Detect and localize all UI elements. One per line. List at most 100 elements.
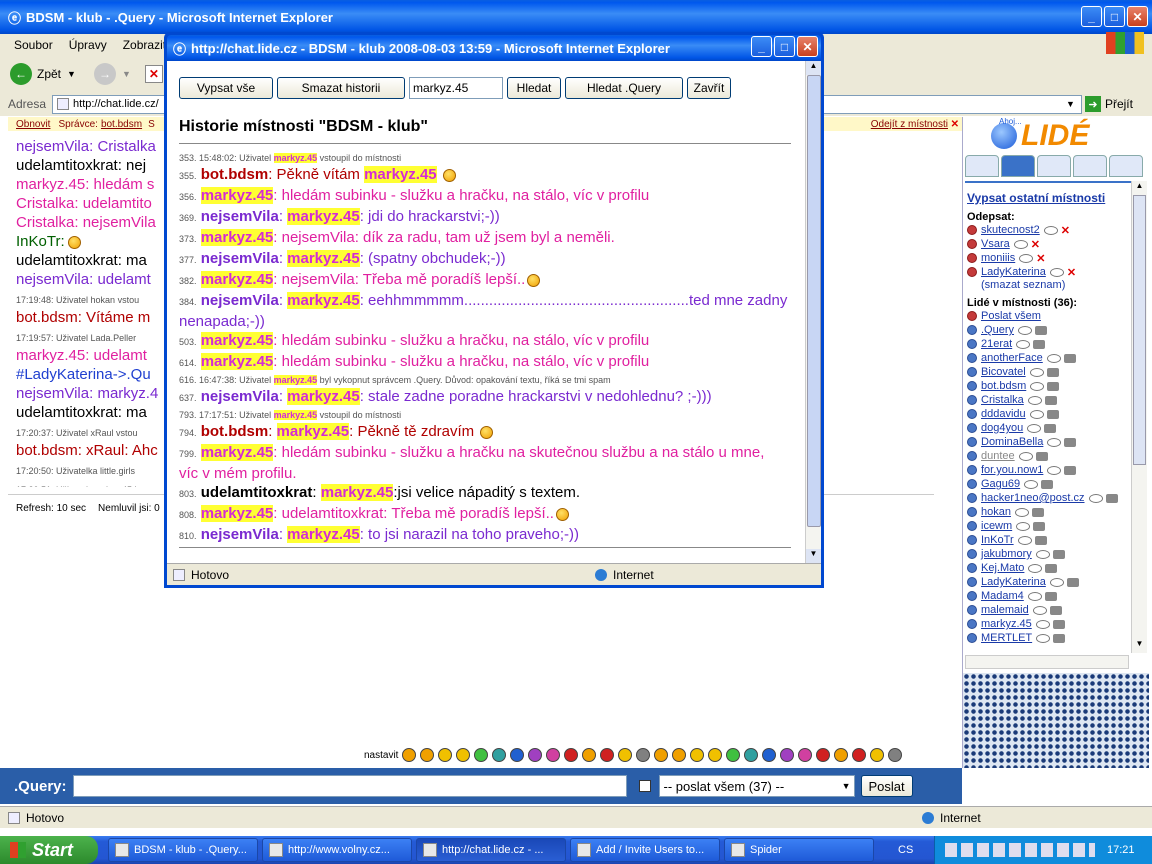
history-nick[interactable]: markyz.45 xyxy=(200,229,274,246)
address-dropdown-icon[interactable]: ▼ xyxy=(1066,99,1075,109)
camera-icon[interactable] xyxy=(1033,521,1046,531)
send-all-row[interactable]: Poslat všem xyxy=(967,309,1131,323)
remove-icon[interactable]: ✕ xyxy=(1036,252,1045,265)
tab-chat-icon[interactable] xyxy=(1109,155,1143,177)
close-history-button[interactable]: Zavřít xyxy=(687,77,731,99)
camera-icon[interactable] xyxy=(1049,605,1062,615)
recipient-select[interactable]: -- poslat všem (37) -- ▼ xyxy=(658,775,855,797)
camera-icon[interactable] xyxy=(1052,619,1065,629)
go-label[interactable]: Přejít xyxy=(1105,97,1133,111)
unsub-user-link[interactable]: LadyKaterina xyxy=(981,266,1046,278)
history-nick[interactable]: markyz.45 xyxy=(200,271,274,288)
popup-minimize-button[interactable]: _ xyxy=(751,36,772,57)
emoticon-icon[interactable] xyxy=(438,748,453,762)
history-nick[interactable]: nejsemVila xyxy=(201,526,279,543)
history-nick[interactable]: markyz.45 xyxy=(200,353,274,370)
message-bubble-icon[interactable] xyxy=(1032,605,1047,615)
camera-icon[interactable] xyxy=(1031,507,1044,517)
popup-scroll-down-arrow[interactable]: ▼ xyxy=(806,549,821,563)
emoticon-icon[interactable] xyxy=(816,748,831,762)
back-dropdown-icon[interactable]: ▼ xyxy=(67,69,76,79)
emoticon-icon[interactable] xyxy=(672,748,687,762)
leave-room-link[interactable]: Odejít z místnosti xyxy=(871,119,948,130)
emoticon-icon[interactable] xyxy=(600,748,615,762)
user-link[interactable]: dddavidu xyxy=(981,408,1026,420)
camera-icon[interactable] xyxy=(1105,493,1118,503)
camera-icon[interactable] xyxy=(1044,591,1057,601)
emoticon-icon[interactable] xyxy=(870,748,885,762)
emoticon-icon[interactable] xyxy=(852,748,867,762)
select-dropdown-icon[interactable]: ▼ xyxy=(842,781,851,791)
emoticon-icon[interactable] xyxy=(798,748,813,762)
camera-icon[interactable] xyxy=(1063,353,1076,363)
send-button[interactable]: Poslat xyxy=(860,775,913,797)
chat-nick[interactable]: #LadyKaterina->.Qu xyxy=(16,366,151,383)
message-bubble-icon[interactable] xyxy=(1028,563,1043,573)
user-link[interactable]: anotherFace xyxy=(981,352,1043,364)
emoticon-icon[interactable] xyxy=(708,748,723,762)
stop-icon[interactable]: ✕ xyxy=(144,65,163,83)
message-bubble-icon[interactable] xyxy=(1027,423,1042,433)
user-link[interactable]: jakubmory xyxy=(981,548,1032,560)
menu-item-edit[interactable]: Úpravy xyxy=(69,38,107,52)
camera-icon[interactable] xyxy=(1033,339,1046,349)
language-indicator[interactable]: CS xyxy=(898,844,913,856)
message-bubble-icon[interactable] xyxy=(1036,633,1051,643)
maximize-button[interactable]: □ xyxy=(1104,6,1125,27)
message-bubble-icon[interactable] xyxy=(1018,451,1033,461)
history-nick[interactable]: nejsemVila xyxy=(201,388,279,405)
message-bubble-icon[interactable] xyxy=(1046,353,1061,363)
emoticon-icon[interactable] xyxy=(690,748,705,762)
message-bubble-icon[interactable] xyxy=(1047,437,1062,447)
message-bubble-icon[interactable] xyxy=(1016,521,1031,531)
message-bubble-icon[interactable] xyxy=(1027,395,1042,405)
message-bubble-icon[interactable] xyxy=(1043,225,1058,235)
user-link[interactable]: duntee xyxy=(981,450,1015,462)
tab-book-icon[interactable] xyxy=(965,155,999,177)
private-checkbox[interactable] xyxy=(638,780,651,792)
tab-hearts-icon[interactable] xyxy=(1073,155,1107,177)
emoticon-icon[interactable] xyxy=(780,748,795,762)
message-bubble-icon[interactable] xyxy=(1018,325,1033,335)
message-bubble-icon[interactable] xyxy=(1030,381,1045,391)
camera-icon[interactable] xyxy=(1052,549,1065,559)
scroll-down-arrow[interactable]: ▼ xyxy=(1132,639,1147,653)
history-nick[interactable]: nejsemVila xyxy=(201,250,279,267)
tab-people-icon[interactable] xyxy=(1001,155,1035,177)
emoticon-icon[interactable] xyxy=(510,748,525,762)
history-nick[interactable]: markyz.45 xyxy=(200,187,274,204)
camera-icon[interactable] xyxy=(1045,563,1058,573)
emoticon-icon[interactable] xyxy=(456,748,471,762)
minimize-button[interactable]: _ xyxy=(1081,6,1102,27)
send-all-link[interactable]: Poslat všem xyxy=(981,310,1041,322)
remove-icon[interactable]: ✕ xyxy=(1067,266,1076,279)
user-link[interactable]: bot.bdsm xyxy=(981,380,1026,392)
user-link[interactable]: .Query xyxy=(981,324,1014,336)
camera-icon[interactable] xyxy=(1066,577,1079,587)
emoticon-icon[interactable] xyxy=(726,748,741,762)
message-bubble-icon[interactable] xyxy=(1017,535,1032,545)
message-bubble-icon[interactable] xyxy=(1049,577,1064,587)
camera-icon[interactable] xyxy=(1053,633,1066,643)
history-nick[interactable]: markyz.45 xyxy=(200,505,274,522)
chat-nick[interactable]: nejsemVila xyxy=(16,385,89,402)
user-link[interactable]: LadyKaterina xyxy=(981,576,1046,588)
message-bubble-icon[interactable] xyxy=(1088,493,1103,503)
taskbar-item[interactable]: http://chat.lide.cz - ... xyxy=(416,838,566,862)
popup-scroll-up-arrow[interactable]: ▲ xyxy=(806,61,821,75)
go-arrow-icon[interactable]: ➜ xyxy=(1084,96,1101,112)
user-link[interactable]: hacker1neo@post.cz xyxy=(981,492,1085,504)
chat-nick[interactable]: udelamtitoxkrat xyxy=(16,252,118,269)
message-bubble-icon[interactable] xyxy=(1047,465,1062,475)
taskbar-item[interactable]: BDSM - klub - .Query... xyxy=(108,838,258,862)
message-bubble-icon[interactable] xyxy=(1024,479,1039,489)
history-nick[interactable]: nejsemVila xyxy=(201,292,279,309)
chat-nick[interactable]: Cristalka xyxy=(16,214,74,231)
chat-nick[interactable]: nejsemVila xyxy=(16,271,89,288)
user-link[interactable]: InKoTr xyxy=(981,534,1014,546)
emoticon-icon[interactable] xyxy=(528,748,543,762)
user-link[interactable]: Cristalka xyxy=(981,394,1024,406)
tray-icons[interactable] xyxy=(945,843,1095,857)
user-link[interactable]: DominaBella xyxy=(981,436,1043,448)
menu-item-file[interactable]: Soubor xyxy=(14,38,53,52)
